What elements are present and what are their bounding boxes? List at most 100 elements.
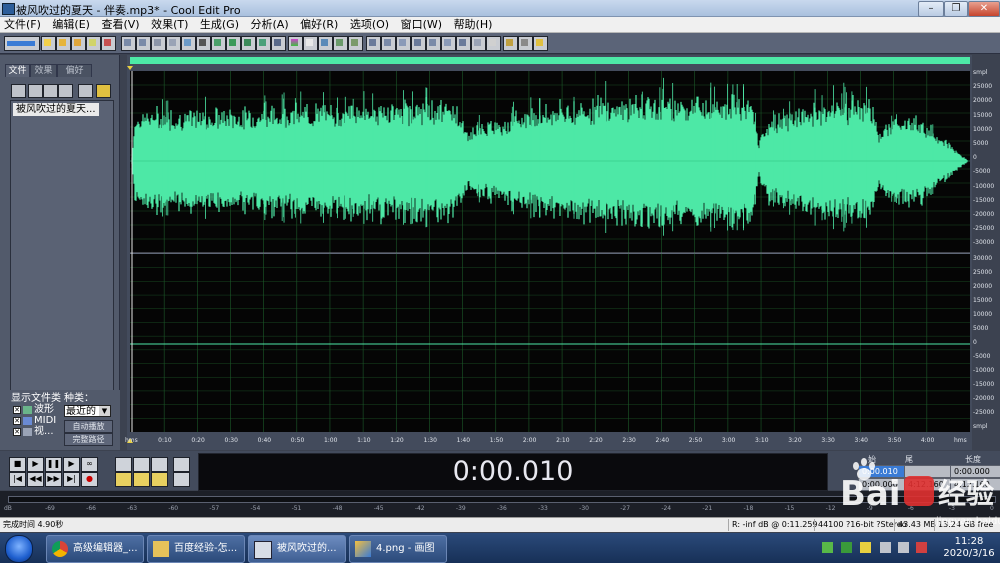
save-file-icon[interactable] bbox=[71, 36, 86, 51]
help-icon[interactable] bbox=[533, 36, 548, 51]
waveform-editor[interactable] bbox=[127, 55, 972, 450]
menu-generate[interactable]: 生成(G) bbox=[196, 17, 243, 32]
task-cooledit[interactable]: 被风吹过的... bbox=[248, 535, 346, 563]
close-button[interactable]: ✕ bbox=[968, 1, 1000, 17]
zoom-right-icon[interactable] bbox=[133, 472, 150, 487]
insert-icon[interactable] bbox=[78, 84, 93, 98]
rewind-button[interactable]: ◀◀ bbox=[27, 472, 44, 487]
task-chrome[interactable]: 高级编辑器_... bbox=[46, 535, 144, 563]
menu-window[interactable]: 窗口(W) bbox=[397, 17, 446, 32]
stop-button[interactable]: ■ bbox=[9, 457, 26, 472]
window-icon-3[interactable] bbox=[396, 36, 411, 51]
paste-new-icon[interactable] bbox=[226, 36, 241, 51]
window-icon-4[interactable] bbox=[411, 36, 426, 51]
grid-icon[interactable] bbox=[333, 36, 348, 51]
sel-end-field[interactable] bbox=[904, 465, 953, 478]
zoom-left-icon[interactable] bbox=[115, 472, 132, 487]
new-file-icon[interactable] bbox=[41, 36, 56, 51]
marker-icon[interactable] bbox=[303, 36, 318, 51]
pause-button[interactable]: ❚❚ bbox=[45, 457, 62, 472]
checkbox-midi[interactable]: ✕ bbox=[13, 417, 21, 425]
copy-icon[interactable] bbox=[166, 36, 181, 51]
help-icon[interactable] bbox=[96, 84, 111, 98]
save-as-icon[interactable] bbox=[86, 36, 101, 51]
record-button[interactable]: ● bbox=[81, 472, 98, 487]
full-path-button[interactable]: 完整路径 bbox=[64, 433, 113, 446]
sort-select[interactable]: 最近的 ▼ bbox=[64, 405, 111, 417]
menu-file[interactable]: 文件(F) bbox=[0, 17, 45, 32]
fast-forward-button[interactable]: ▶▶ bbox=[45, 472, 62, 487]
waveform-svg[interactable] bbox=[127, 55, 972, 450]
clock[interactable]: 11:28 2020/3/16 bbox=[940, 536, 998, 560]
view-end-field[interactable]: 4:12.160 bbox=[904, 478, 953, 491]
network-icon[interactable] bbox=[880, 542, 891, 553]
close-icon[interactable] bbox=[43, 84, 58, 98]
volume-icon[interactable] bbox=[898, 542, 909, 553]
mix-paste-icon[interactable] bbox=[241, 36, 256, 51]
tab-effects[interactable]: 效果 bbox=[30, 64, 57, 77]
window-icon-6[interactable] bbox=[441, 36, 456, 51]
loop-button[interactable]: ∞ bbox=[81, 457, 98, 472]
checkbox-video[interactable]: ✕ bbox=[13, 428, 21, 436]
play-button[interactable]: ▶ bbox=[27, 457, 44, 472]
window-icon-8[interactable] bbox=[471, 36, 486, 51]
spectral-view-icon[interactable] bbox=[288, 36, 303, 51]
repeat-icon[interactable] bbox=[151, 36, 166, 51]
shield-icon[interactable] bbox=[841, 542, 852, 553]
start-button[interactable] bbox=[5, 535, 33, 563]
tools-icon[interactable] bbox=[518, 36, 533, 51]
minimize-button[interactable]: – bbox=[918, 1, 944, 17]
close-all-icon[interactable] bbox=[58, 84, 73, 98]
trim-icon[interactable] bbox=[256, 36, 271, 51]
menu-analyze[interactable]: 分析(A) bbox=[247, 17, 293, 32]
undo-icon[interactable] bbox=[121, 36, 136, 51]
cut-icon[interactable] bbox=[196, 36, 211, 51]
view-begin-field[interactable]: 0:00.000 bbox=[858, 478, 907, 491]
settings-icon[interactable] bbox=[503, 36, 518, 51]
checkbox-wave[interactable]: ✕ bbox=[13, 406, 21, 414]
track-icon[interactable] bbox=[348, 36, 363, 51]
zoom-in-v-icon[interactable] bbox=[173, 457, 190, 472]
redo-icon[interactable] bbox=[136, 36, 151, 51]
play-to-end-button[interactable]: ▶ bbox=[63, 457, 80, 472]
zoom-out-h-icon[interactable] bbox=[133, 457, 150, 472]
sel-begin-field[interactable]: 0:00.010 bbox=[858, 465, 907, 478]
menu-options[interactable]: 选项(O) bbox=[346, 17, 393, 32]
window-icon-2[interactable] bbox=[381, 36, 396, 51]
toggle-view-icon[interactable] bbox=[4, 36, 40, 51]
view-length-field[interactable]: 4:12.160 bbox=[950, 478, 1000, 491]
close-file-icon[interactable] bbox=[101, 36, 116, 51]
zoom-out-v-icon[interactable] bbox=[173, 472, 190, 487]
tray-notify-icon[interactable] bbox=[860, 542, 871, 553]
menu-view[interactable]: 查看(V) bbox=[97, 17, 143, 32]
zoom-in-h-icon[interactable] bbox=[115, 457, 132, 472]
menu-help[interactable]: 帮助(H) bbox=[450, 17, 497, 32]
autoplay-button[interactable]: 自动播放 bbox=[64, 420, 113, 433]
import-icon[interactable] bbox=[28, 84, 43, 98]
restore-button[interactable]: ❐ bbox=[944, 1, 968, 17]
go-end-button[interactable]: ▶| bbox=[63, 472, 80, 487]
tab-favorites[interactable]: 偏好 bbox=[57, 64, 92, 77]
zoom-selection-icon[interactable] bbox=[151, 472, 168, 487]
file-item[interactable]: 被风吹过的夏天... bbox=[13, 103, 99, 116]
snap-icon[interactable] bbox=[318, 36, 333, 51]
open-folder-icon[interactable] bbox=[11, 84, 26, 98]
copy-new-icon[interactable] bbox=[181, 36, 196, 51]
window-icon-9[interactable] bbox=[486, 36, 501, 51]
window-icon-5[interactable] bbox=[426, 36, 441, 51]
zoom-full-icon[interactable] bbox=[151, 457, 168, 472]
delete-silence-icon[interactable] bbox=[271, 36, 286, 51]
paste-icon[interactable] bbox=[211, 36, 226, 51]
open-file-icon[interactable] bbox=[56, 36, 71, 51]
menu-effects[interactable]: 效果(T) bbox=[147, 17, 192, 32]
tray-red-icon[interactable] bbox=[916, 542, 927, 553]
window-icon-1[interactable] bbox=[366, 36, 381, 51]
menu-favorites[interactable]: 偏好(R) bbox=[296, 17, 342, 32]
window-icon-7[interactable] bbox=[456, 36, 471, 51]
go-start-button[interactable]: |◀ bbox=[9, 472, 26, 487]
tab-files[interactable]: 文件 bbox=[5, 64, 30, 77]
task-paint[interactable]: 4.png - 画图 bbox=[349, 535, 447, 563]
sel-length-field[interactable]: 0:00.000 bbox=[950, 465, 1000, 478]
tray-app-icon[interactable] bbox=[822, 542, 833, 553]
task-explorer[interactable]: 百度经验-怎... bbox=[147, 535, 245, 563]
